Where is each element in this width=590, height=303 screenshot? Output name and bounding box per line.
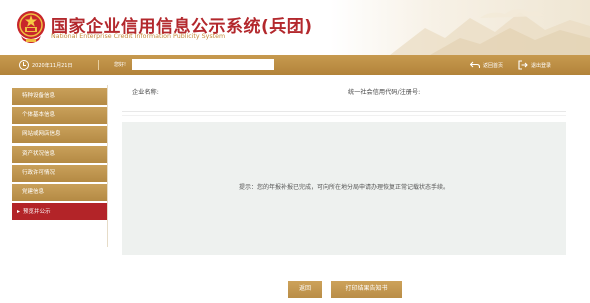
back-home-label: 返回首页 (483, 62, 504, 69)
header-landscape-decoration (330, 0, 590, 55)
page: 国家企业信用信息公示系统(兵团) National Enterprise Cre… (0, 0, 590, 303)
logout-label: 退出登录 (531, 62, 552, 69)
return-arrow-icon (470, 61, 480, 68)
sidebar-item-admin-license[interactable]: 行政许可情况 (12, 164, 107, 182)
back-button[interactable]: 返回 (288, 281, 322, 298)
national-emblem-icon (17, 11, 45, 43)
credit-code-label: 统一社会信用代码/注册号: (348, 89, 421, 96)
date-text: 2020年11月21日 (32, 62, 73, 69)
info-divider (122, 111, 566, 112)
toolbar-divider (98, 60, 99, 70)
sidebar-nav: 特种设备信息 个体基本信息 网站或网店信息 资产状况信息 行政许可情况 党建信息… (12, 88, 107, 222)
back-home-link[interactable]: 返回首页 (470, 59, 503, 71)
user-name-field (132, 59, 274, 70)
sidebar-item-party-building[interactable]: 党建信息 (12, 183, 107, 201)
sidebar-divider (107, 85, 108, 247)
date-display: 2020年11月21日 (19, 58, 72, 72)
sidebar-item-assets[interactable]: 资产状况信息 (12, 145, 107, 163)
greeting-label: 您好! (114, 62, 127, 68)
logout-link[interactable]: 退出登录 (518, 59, 551, 71)
sidebar-item-preview-publish[interactable]: 预览并公示 (12, 203, 107, 221)
company-name-label: 企业名称: (132, 89, 159, 96)
sidebar-item-website-info[interactable]: 网站或网店信息 (12, 126, 107, 144)
top-toolbar: 2020年11月21日 您好! 返回首页 退出登录 (0, 55, 590, 75)
sidebar-item-individual-basic-info[interactable]: 个体基本信息 (12, 107, 107, 125)
logout-icon (518, 60, 528, 70)
print-result-notice-button[interactable]: 打印结果告知书 (331, 281, 402, 298)
completion-notice: 提示：您的年报补报已完成，可向所在地分局申请办理恢复正常记载状态手续。 (238, 184, 449, 191)
notice-panel: 提示：您的年报补报已完成，可向所在地分局申请办理恢复正常记载状态手续。 (122, 122, 566, 255)
site-header: 国家企业信用信息公示系统(兵团) National Enterprise Cre… (0, 0, 590, 55)
info-divider-secondary (122, 115, 566, 116)
clock-icon (19, 60, 29, 70)
sidebar-item-special-equipment[interactable]: 特种设备信息 (12, 88, 107, 105)
site-subtitle-en: National Enterprise Credit Information P… (51, 33, 226, 40)
